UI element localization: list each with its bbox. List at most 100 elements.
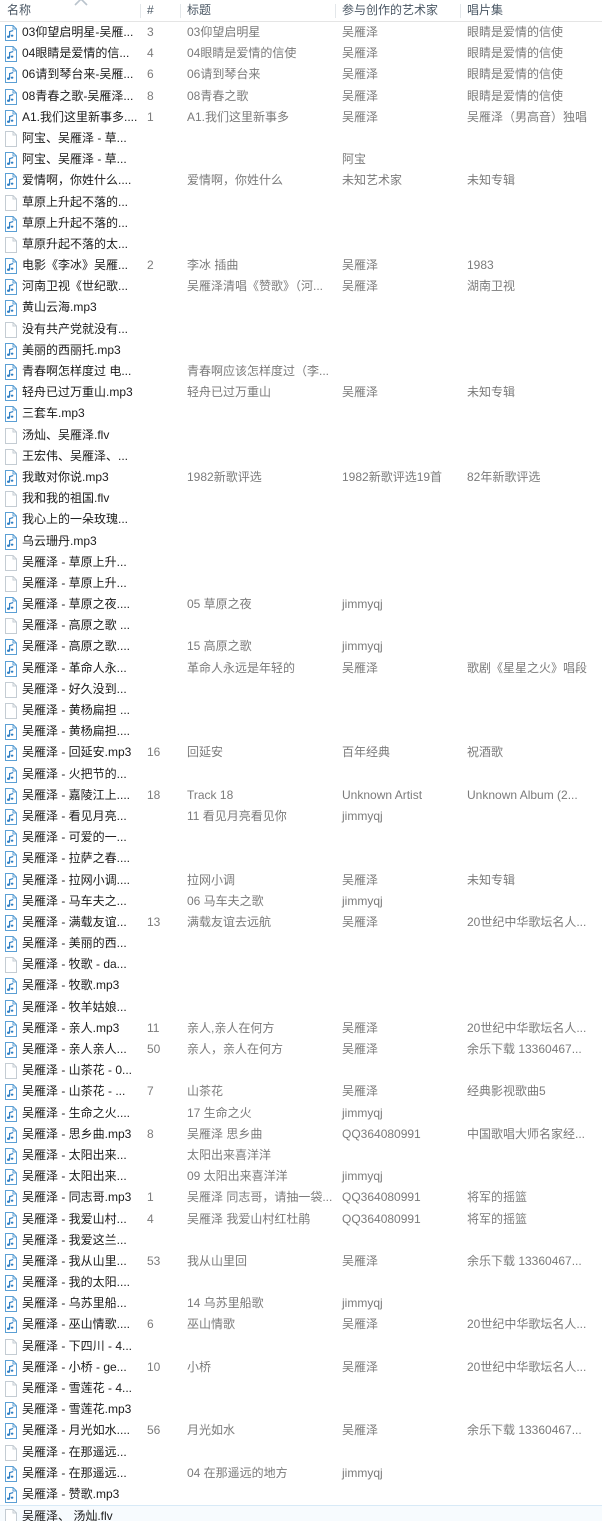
file-row[interactable]: 美丽的西丽托.mp3 (0, 340, 602, 361)
file-row[interactable]: 吴雁泽 - 亲人亲人... 50 亲人，亲人在何方 吴雁泽 余乐下载 13360467.… (0, 1039, 602, 1060)
file-row[interactable]: A1.我们这里新事多.... 1 A1.我们这里新事多 吴雁泽 吴雁泽（男高音）独唱 (0, 107, 602, 128)
file-row[interactable]: 吴雁泽 - 月光如水.... 56 月光如水 吴雁泽 余乐下载 13360467... (0, 1420, 602, 1441)
file-row[interactable]: 吴雁泽 - 草原之夜.... 05 草原之夜 jimmyqj (0, 594, 602, 615)
album-cell (460, 954, 602, 975)
file-row[interactable]: 吴雁泽、 汤灿.flv (0, 1505, 602, 1521)
file-name-cell: 吴雁泽 - 乌苏里船... (22, 1296, 127, 1311)
album-cell (460, 1399, 602, 1420)
file-row[interactable]: 草原上升起不落的... (0, 213, 602, 234)
file-name-cell: 吴雁泽 - 我爱这兰... (22, 1232, 127, 1247)
file-row[interactable]: 03仰望启明星-吴雁... 3 03仰望启明星 吴雁泽 眼睛是爱情的信使 (0, 22, 602, 43)
file-row[interactable]: 王宏伟、吴雁泽、... (0, 446, 602, 467)
file-list-view[interactable]: 名称 # 标题 参与创作的艺术家 唱片集 03仰望启明星-吴雁... 3 03仰望启… (0, 0, 602, 1521)
file-row[interactable]: 吴雁泽 - 牧歌.mp3 (0, 975, 602, 996)
column-header-number-label: # (147, 3, 154, 17)
file-row[interactable]: 汤灿、吴雁泽.flv (0, 425, 602, 446)
file-row[interactable]: 我心上的一朵玫瑰... (0, 509, 602, 530)
column-header-album[interactable]: 唱片集 (460, 0, 602, 21)
album-cell (460, 848, 602, 869)
file-row[interactable]: 吴雁泽 - 山茶花 - 0... (0, 1060, 602, 1081)
file-row[interactable]: 三套车.mp3 (0, 403, 602, 424)
contributing-artist-cell (335, 297, 460, 318)
file-row[interactable]: 吴雁泽 - 巫山情歌.... 6 巫山情歌 吴雁泽 20世纪中华歌坛名人... (0, 1314, 602, 1335)
file-row[interactable]: 吴雁泽 - 高原之歌 ... (0, 615, 602, 636)
file-row[interactable]: 吴雁泽 - 牧歌 - da... (0, 954, 602, 975)
file-rows-container[interactable]: 03仰望启明星-吴雁... 3 03仰望启明星 吴雁泽 眼睛是爱情的信使 04眼睛是爱情的… (0, 22, 602, 1521)
file-row[interactable]: 我敢对你说.mp3 1982新歌评选 1982新歌评选19首 82年新歌评选 (0, 467, 602, 488)
file-row[interactable]: 吴雁泽 - 嘉陵江上.... 18 Track 18 Unknown Artist Un… (0, 785, 602, 806)
file-row[interactable]: 吴雁泽 - 黄杨扁担.... (0, 721, 602, 742)
file-row[interactable]: 电影《李冰》吴雁... 2 李冰 插曲 吴雁泽 1983 (0, 255, 602, 276)
file-row[interactable]: 吴雁泽 - 火把节的... (0, 764, 602, 785)
file-row[interactable]: 吴雁泽 - 高原之歌.... 15 高原之歌 jimmyqj (0, 636, 602, 657)
column-header-artist[interactable]: 参与创作的艺术家 (335, 0, 460, 21)
file-row[interactable]: 吴雁泽 - 我爱这兰... (0, 1230, 602, 1251)
file-name-cell: 轻舟已过万重山.mp3 (22, 385, 133, 400)
file-row[interactable]: 吴雁泽 - 在那遥远... 04 在那遥远的地方 jimmyqj (0, 1463, 602, 1484)
file-row[interactable]: 吴雁泽 - 革命人永... 革命人永远是年轻的 吴雁泽 歌剧《星星之火》唱段 (0, 658, 602, 679)
album-cell: 将军的摇篮 (467, 1211, 528, 1226)
file-row[interactable]: 爱情啊，你姓什么.... 爱情啊，你姓什么 未知艺术家 未知专辑 (0, 170, 602, 191)
file-row[interactable]: 吴雁泽 - 拉网小调.... 拉网小调 吴雁泽 未知专辑 (0, 870, 602, 891)
file-row[interactable]: 吴雁泽 - 赞歌.mp3 (0, 1484, 602, 1505)
file-row[interactable]: 吴雁泽 - 乌苏里船... 14 乌苏里船歌 jimmyqj (0, 1293, 602, 1314)
file-row[interactable]: 阿宝、吴雁泽 - 草... (0, 128, 602, 149)
file-row[interactable]: 吴雁泽 - 生命之火.... 17 生命之火 jimmyqj (0, 1103, 602, 1124)
album-cell: 余乐下载 13360467... (467, 1253, 582, 1268)
file-row[interactable]: 吴雁泽 - 在那遥远... (0, 1442, 602, 1463)
file-row[interactable]: 没有共产党就没有... (0, 319, 602, 340)
file-row[interactable]: 吴雁泽 - 太阳出来... 太阳出来喜洋洋 (0, 1145, 602, 1166)
column-header-number[interactable]: # (140, 0, 180, 21)
file-row[interactable]: 吴雁泽 - 草原上升... (0, 573, 602, 594)
file-row[interactable]: 06请到琴台来-吴雁... 6 06请到琴台来 吴雁泽 眼睛是爱情的信使 (0, 64, 602, 85)
column-header-name[interactable]: 名称 (0, 0, 140, 21)
file-row[interactable]: 吴雁泽 - 满载友谊... 13 满载友谊去远航 吴雁泽 20世纪中华歌坛名人... (0, 912, 602, 933)
file-row[interactable]: 吴雁泽 - 思乡曲.mp3 8 吴雁泽 思乡曲 QQ364080991 中国歌唱大师名家… (0, 1124, 602, 1145)
file-row[interactable]: 吴雁泽 - 我爱山村... 4 吴雁泽 我爱山村红杜鹃 QQ364080991 将军的摇… (0, 1209, 602, 1230)
file-row[interactable]: 吴雁泽 - 好久没到... (0, 679, 602, 700)
file-row[interactable]: 草原升起不落的太... (0, 234, 602, 255)
file-row[interactable]: 吴雁泽 - 小桥 - ge... 10 小桥 吴雁泽 20世纪中华歌坛名人... (0, 1357, 602, 1378)
file-row[interactable]: 青春啊怎样度过 电... 青春啊应该怎样度过（李... (0, 361, 602, 382)
file-row[interactable]: 吴雁泽 - 草原上升... (0, 552, 602, 573)
file-row[interactable]: 吴雁泽 - 拉萨之春.... (0, 848, 602, 869)
file-row[interactable]: 乌云珊丹.mp3 (0, 531, 602, 552)
file-row[interactable]: 吴雁泽 - 下四川 - 4... (0, 1336, 602, 1357)
track-title-cell: 09 太阳出来喜洋洋 (187, 1169, 288, 1184)
generic-file-icon (4, 681, 18, 698)
file-row[interactable]: 河南卫视《世纪歌... 吴雁泽清唱《赞歌》（河... 吴雁泽 湖南卫视 (0, 276, 602, 297)
file-row[interactable]: 吴雁泽 - 可爱的一... (0, 827, 602, 848)
contributing-artist-cell: 吴雁泽 (342, 1359, 379, 1374)
file-row[interactable]: 阿宝、吴雁泽 - 草... 阿宝 (0, 149, 602, 170)
file-name-cell: 阿宝、吴雁泽 - 草... (22, 130, 127, 145)
file-row[interactable]: 吴雁泽 - 亲人.mp3 11 亲人,亲人在何方 吴雁泽 20世纪中华歌坛名人... (0, 1018, 602, 1039)
track-number-cell (140, 425, 180, 446)
column-header-title[interactable]: 标题 (180, 0, 335, 21)
track-number-cell (140, 1145, 180, 1166)
file-row[interactable]: 吴雁泽 - 太阳出来... 09 太阳出来喜洋洋 jimmyqj (0, 1166, 602, 1187)
file-row[interactable]: 吴雁泽 - 马车夫之... 06 马车夫之歌 jimmyqj (0, 891, 602, 912)
column-header-row[interactable]: 名称 # 标题 参与创作的艺术家 唱片集 (0, 0, 602, 22)
file-row[interactable]: 黄山云海.mp3 (0, 297, 602, 318)
file-row[interactable]: 轻舟已过万重山.mp3 轻舟已过万重山 吴雁泽 未知专辑 (0, 382, 602, 403)
file-name-cell: 吴雁泽 - 我从山里... (22, 1253, 127, 1268)
track-number-cell (140, 297, 180, 318)
album-cell: 湖南卫视 (467, 279, 516, 294)
file-row[interactable]: 我和我的祖国.flv (0, 488, 602, 509)
file-row[interactable]: 吴雁泽 - 牧羊姑娘... (0, 997, 602, 1018)
file-row[interactable]: 04眼睛是爱情的信... 4 04眼睛是爱情的信使 吴雁泽 眼睛是爱情的信使 (0, 43, 602, 64)
file-row[interactable]: 吴雁泽 - 同志哥.mp3 1 吴雁泽 同志哥，请抽一袋... QQ364080991… (0, 1187, 602, 1208)
file-row[interactable]: 吴雁泽 - 黄杨扁担 ... (0, 700, 602, 721)
file-row[interactable]: 吴雁泽 - 我从山里... 53 我从山里回 吴雁泽 余乐下载 13360467... (0, 1251, 602, 1272)
file-row[interactable]: 吴雁泽 - 雪莲花 - 4... (0, 1378, 602, 1399)
file-row[interactable]: 吴雁泽 - 雪莲花.mp3 (0, 1399, 602, 1420)
file-row[interactable]: 08青春之歌-吴雁泽... 8 08青春之歌 吴雁泽 眼睛是爱情的信使 (0, 86, 602, 107)
file-row[interactable]: 吴雁泽 - 山茶花 - ... 7 山茶花 吴雁泽 经典影视歌曲5 (0, 1081, 602, 1102)
file-row[interactable]: 草原上升起不落的... (0, 192, 602, 213)
file-row[interactable]: 吴雁泽 - 我的太阳.... (0, 1272, 602, 1293)
track-number-cell (140, 933, 180, 954)
file-name-cell: 吴雁泽 - 亲人亲人... (22, 1042, 127, 1056)
file-row[interactable]: 吴雁泽 - 美丽的西... (0, 933, 602, 954)
file-row[interactable]: 吴雁泽 - 看见月亮... 11 看见月亮看见你 jimmyqj (0, 806, 602, 827)
file-row[interactable]: 吴雁泽 - 回延安.mp3 16 回延安 百年经典 祝酒歌 (0, 742, 602, 763)
